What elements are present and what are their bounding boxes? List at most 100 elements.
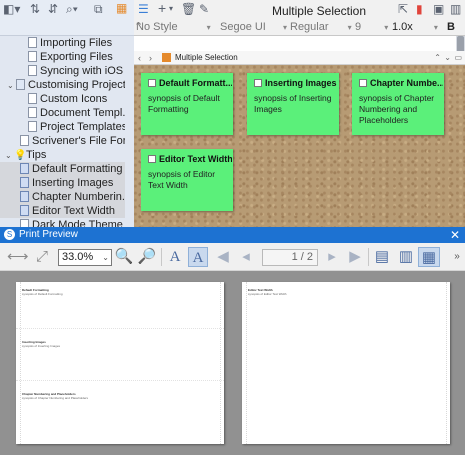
binder-item[interactable]: Dark Mode Theme <box>0 218 125 227</box>
binder-item-selected[interactable]: Inserting Images <box>0 176 125 190</box>
preview-page-1: Default Formatting synopsis of Default F… <box>16 282 224 444</box>
binder: Importing Files Exporting Files Syncing … <box>0 36 134 227</box>
sort-ascending-icon[interactable]: ⇅ <box>30 2 40 16</box>
dropdown-arrow-icon: ⌄ <box>102 253 109 262</box>
zoom-select[interactable]: 33.0% ⌄ <box>58 249 112 266</box>
all-pages-icon[interactable]: ▦ <box>418 247 440 267</box>
last-page-icon[interactable]: ▶ <box>345 247 365 267</box>
bold-button[interactable]: B <box>447 20 455 34</box>
page-margin-line <box>20 282 21 444</box>
previous-page-icon[interactable]: ◂ <box>236 247 256 267</box>
document-icon <box>20 205 29 216</box>
image-icon[interactable]: ▣ <box>433 2 444 16</box>
page-indicator[interactable]: 1 / 2 <box>262 249 318 266</box>
binder-item[interactable]: Custom Icons <box>0 92 125 106</box>
binder-item[interactable]: Scrivener's File For... <box>0 134 125 148</box>
trash-icon[interactable]: 🗑 <box>181 2 196 16</box>
font-size-select[interactable]: 9 ▾ <box>355 20 388 34</box>
binder-item-folder[interactable]: ⌄ Customising Projects <box>0 78 125 92</box>
document-icon <box>28 65 37 76</box>
close-icon[interactable]: ✕ <box>450 228 460 242</box>
breadcrumb[interactable]: Multiple Selection <box>175 51 238 65</box>
index-card[interactable]: Editor Text Width synopsis of Editor Tex… <box>141 149 233 211</box>
toolbar-separator <box>368 248 369 266</box>
binder-item[interactable]: Project Templates <box>0 120 125 134</box>
add-dropdown-icon[interactable]: ▾ <box>169 2 173 16</box>
page-margin-line <box>246 282 247 444</box>
copy-icon[interactable]: ⧉ <box>94 2 103 16</box>
page-synopsis: synopsis of Default Formatting <box>22 292 63 296</box>
document-icon <box>28 37 37 48</box>
first-page-icon[interactable]: ◀ <box>213 247 233 267</box>
app-icon: S <box>4 229 15 240</box>
add-icon[interactable]: + <box>158 1 166 15</box>
chevron-down-icon[interactable]: ⌄ <box>444 51 451 65</box>
page-margin-line <box>446 282 447 444</box>
document-icon <box>28 107 37 118</box>
card-checkbox-icon <box>359 79 367 87</box>
zoom-out-icon[interactable]: 🔍 <box>114 247 134 267</box>
style-select[interactable]: No Style ▾ <box>136 20 211 34</box>
binder-item-selected[interactable]: Editor Text Width <box>0 204 125 218</box>
card-synopsis: synopsis of Editor Text Width <box>148 169 216 190</box>
menu-lines-icon[interactable]: ☰ <box>138 2 149 16</box>
split-view-icon[interactable]: ▥ <box>450 2 461 16</box>
document-icon <box>20 177 29 188</box>
search-icon[interactable]: ⌕▾ <box>66 2 78 16</box>
binder-item-selected[interactable]: Default Formatting <box>0 162 125 176</box>
zoom-in-icon[interactable]: 🔎 <box>137 247 157 267</box>
font-select[interactable]: Segoe UI ▾ <box>220 20 287 34</box>
edit-icon[interactable]: ✎ <box>199 2 209 16</box>
back-arrow-icon[interactable]: ‹ <box>138 51 141 65</box>
facing-pages-icon[interactable]: ▥ <box>396 247 416 267</box>
next-page-icon[interactable]: ▸ <box>322 247 342 267</box>
card-title: Default Formatt... <box>159 78 232 88</box>
card-checkbox-icon <box>148 155 156 163</box>
folder-document-icon <box>16 79 25 90</box>
binder-item[interactable]: Syncing with iOS <box>0 64 125 78</box>
fit-width-icon[interactable]: ⟷ <box>7 247 29 267</box>
page-synopsis: synopsis of Editor Text Width <box>248 292 287 296</box>
preview-page-2: Editor Text Width synopsis of Editor Tex… <box>242 282 450 444</box>
card-synopsis: synopsis of Inserting Images <box>254 93 332 114</box>
card-checkbox-icon <box>148 79 156 87</box>
share-icon[interactable]: ⇱ <box>398 2 408 16</box>
binder-item-selected[interactable]: Chapter Numberin... <box>0 190 125 204</box>
forward-arrow-icon[interactable]: › <box>149 51 152 65</box>
portrait-icon[interactable]: A <box>165 247 185 267</box>
disclosure-arrow-icon[interactable]: ⌄ <box>5 149 14 162</box>
scrivener-window: ◧▾ ⇅ ⇵ ⌕▾ ⧉ ▦ Importing Files Exporting … <box>0 0 465 227</box>
page-margin-line <box>220 282 221 444</box>
bookmark-icon[interactable]: ▮ <box>416 2 423 16</box>
corkboard-view-icon[interactable]: ▦ <box>116 1 127 15</box>
binder-item[interactable]: Document Templ... <box>0 106 125 120</box>
font-weight-select[interactable]: Regular ▾ <box>290 20 352 34</box>
card-synopsis: synopsis of Default Formatting <box>148 93 220 114</box>
binder-item-folder[interactable]: ⌄ 💡Tips <box>0 148 125 162</box>
overflow-icon[interactable]: » <box>452 247 462 267</box>
single-page-icon[interactable]: ▤ <box>372 247 392 267</box>
binder-toolbar: ◧▾ ⇅ ⇵ ⌕▾ ⧉ ▦ <box>0 0 134 36</box>
card-title: Editor Text Width <box>159 154 232 164</box>
view-mode-icon[interactable]: ◧▾ <box>3 2 20 16</box>
print-preview-titlebar: S Print Preview ✕ <box>0 227 465 243</box>
index-card[interactable]: Inserting Images synopsis of Inserting I… <box>247 73 339 135</box>
binder-item[interactable]: Exporting Files <box>0 50 125 64</box>
lightbulb-icon: 💡 <box>14 150 27 161</box>
index-card[interactable]: Default Formatt... synopsis of Default F… <box>141 73 233 135</box>
disclosure-arrow-icon[interactable]: ⌄ <box>7 79 16 92</box>
dialog-title: Print Preview <box>19 229 78 240</box>
fit-page-icon[interactable]: ⤢ <box>32 247 52 267</box>
split-icon[interactable]: ▭ <box>454 51 462 65</box>
card-synopsis: synopsis of Chapter Numbering and Placeh… <box>359 93 435 125</box>
binder-item[interactable]: Importing Files <box>0 36 125 50</box>
index-card[interactable]: Chapter Numbe... synopsis of Chapter Num… <box>352 73 444 135</box>
line-spacing-select[interactable]: 1.0x ▾ <box>392 20 438 34</box>
print-preview-toolbar: ⟷ ⤢ 33.0% ⌄ 🔍 🔎 A A ◀ ◂ 1 / 2 ▸ ▶ ▤ ▥ ▦ » <box>0 243 465 271</box>
landscape-icon[interactable]: A <box>188 247 208 267</box>
toolbar-separator <box>161 248 162 266</box>
chevron-up-icon[interactable]: ⌃ <box>434 51 441 65</box>
document-icon <box>28 93 37 104</box>
page-synopsis: synopsis of Inserting Images <box>22 344 61 348</box>
sort-descending-icon[interactable]: ⇵ <box>48 2 58 16</box>
